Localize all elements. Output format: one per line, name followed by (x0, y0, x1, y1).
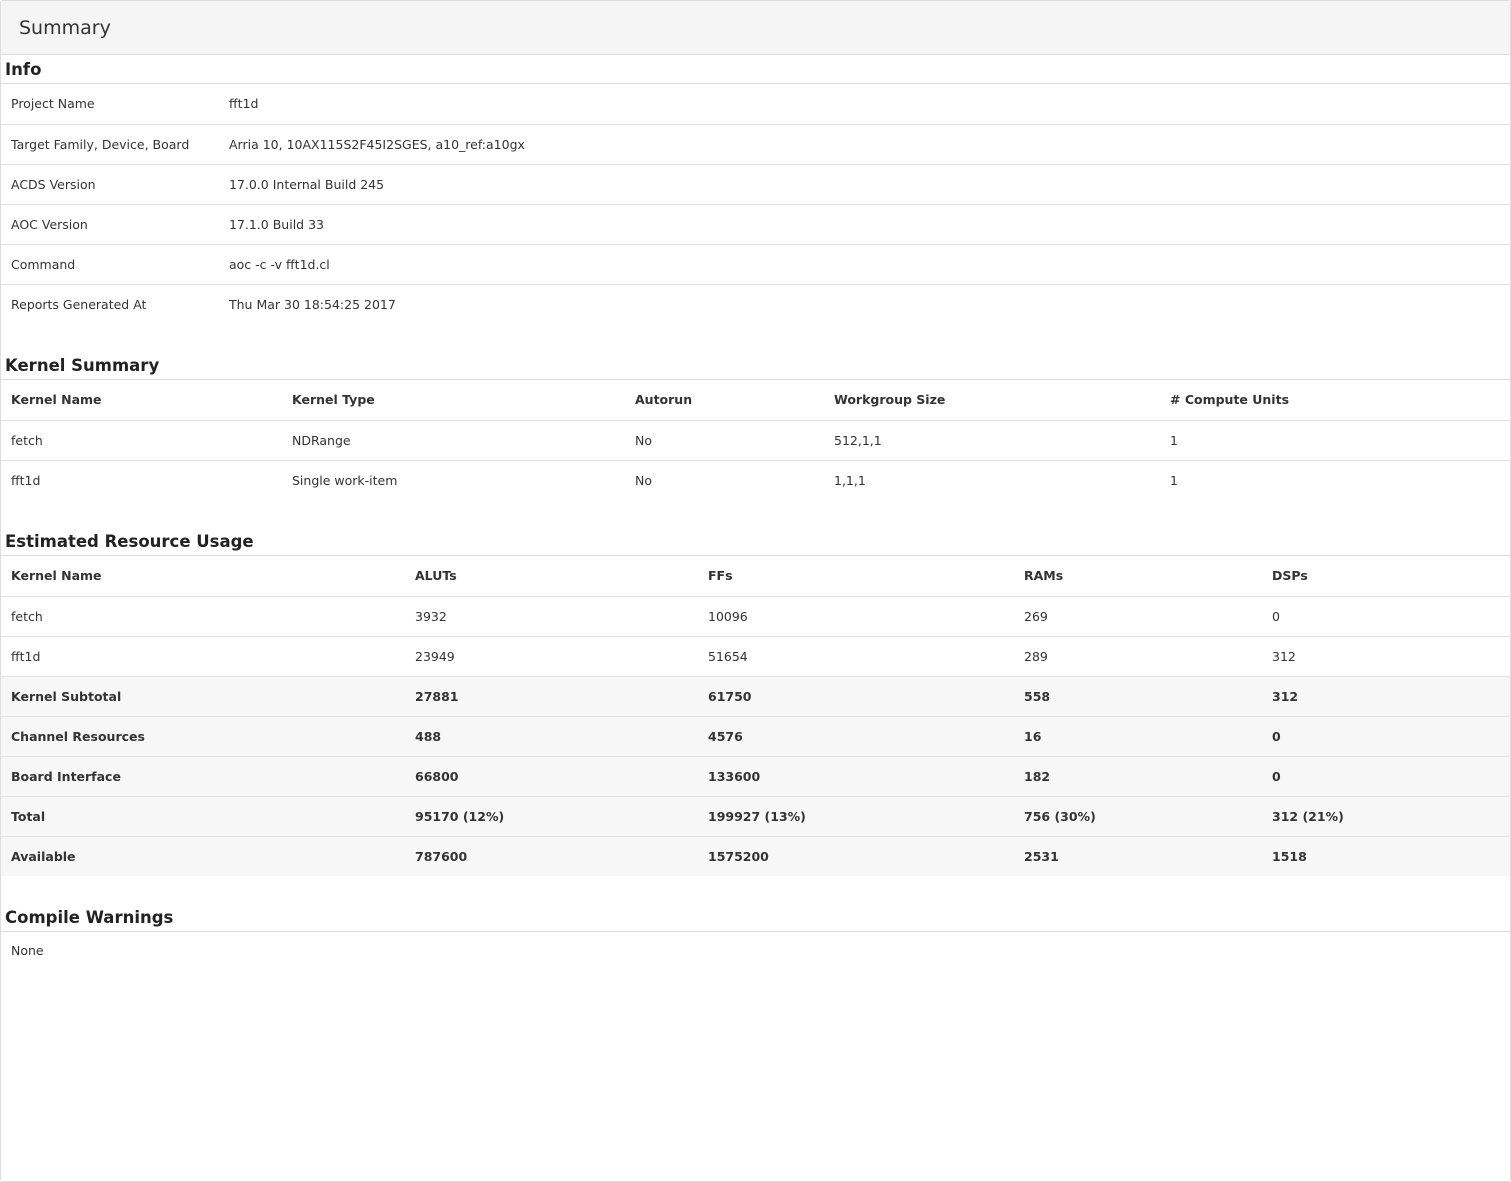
summary-row-cell: 27881 (405, 676, 698, 717)
column-header-cell: Kernel Name (1, 556, 405, 597)
summary-row-cell: 182 (1014, 756, 1262, 797)
info-heading: Info (1, 55, 1510, 84)
summary-row-cell: 787600 (405, 836, 698, 876)
info-row-cell: AOC Version (1, 204, 219, 245)
info-row-cell: ACDS Version (1, 164, 219, 205)
info-row-cell: 17.1.0 Build 33 (219, 204, 1510, 245)
table-row-cell: No (635, 472, 652, 488)
table-row-cell: 51654 (698, 636, 1014, 677)
summary-row-cell: 2531 (1014, 836, 1262, 876)
info-row: Project Name fft1d (1, 84, 1510, 125)
kernel-summary-table: Kernel Name Kernel Type Autorun Workgroup S… (1, 380, 1510, 500)
table-row-cell: 269 (1014, 596, 1262, 637)
info-table: Project Name fft1d Target Family, Device, … (1, 84, 1510, 324)
column-header-cell: # Compute Units (1160, 380, 1510, 421)
summary-row-cell: 199927 (13%) (698, 796, 1014, 837)
table-row-cell: NDRange (282, 420, 625, 461)
info-row-cell: Reports Generated At (11, 296, 147, 312)
summary-row-cell: Kernel Subtotal (1, 676, 405, 717)
summary-row-cell: 1518 (1262, 836, 1510, 876)
summary-row: Kernel Subtotal 27881 61750 558 312 (1, 676, 1510, 717)
resource-usage-table: Kernel Name ALUTs FFs RAMs DSPs fetch 3932 1009… (1, 556, 1510, 876)
info-row-cell: Arria 10, 10AX115S2F45I2SGES, a10_ref:a1… (219, 124, 1510, 165)
table-row-cell: 1 (1170, 472, 1178, 488)
table-row: fft1d Single work-item No 1,1,1 1 (1, 460, 1510, 500)
table-row-cell: fetch (1, 420, 282, 461)
summary-row-cell: Total (1, 796, 405, 837)
column-header-cell: Kernel Name (1, 380, 282, 421)
column-header-cell: Workgroup Size (824, 380, 1160, 421)
summary-row-cell: 488 (405, 716, 698, 757)
summary-row: Board Interface 66800 133600 182 0 (1, 756, 1510, 797)
column-header-cell: ALUTs (405, 556, 698, 597)
summary-row-cell: 0 (1262, 716, 1510, 757)
column-header-cell: Kernel Type (282, 380, 625, 421)
info-row-cell: aoc -c -v fft1d.cl (219, 244, 1510, 285)
summary-row-cell: 312 (1262, 676, 1510, 717)
table-row-cell: fft1d (11, 472, 41, 488)
info-row: AOC Version 17.1.0 Build 33 (1, 204, 1510, 245)
summary-row-cell: Board Interface (1, 756, 405, 797)
table-row: fetch NDRange No 512,1,1 1 (1, 420, 1510, 461)
info-row-cell: 17.0.0 Internal Build 245 (219, 164, 1510, 205)
table-row-cell: 3932 (405, 596, 698, 637)
table-row-cell: 512,1,1 (824, 420, 1160, 461)
info-row-cell: Target Family, Device, Board (1, 124, 219, 165)
summary-row: Total 95170 (12%) 199927 (13%) 756 (30%) 312… (1, 796, 1510, 837)
panel-title: Summary (1, 1, 1510, 55)
column-header-cell: DSPs (1262, 556, 1510, 597)
column-header: Kernel Name ALUTs FFs RAMs DSPs (1, 556, 1510, 597)
info-row-cell: Project Name (1, 84, 219, 125)
table-row-cell: 23949 (405, 636, 698, 677)
summary-row-cell: 312 (21%) (1262, 796, 1510, 837)
info-row: ACDS Version 17.0.0 Internal Build 245 (1, 164, 1510, 205)
info-row: Command aoc -c -v fft1d.cl (1, 244, 1510, 285)
summary-row-cell: 16 (1014, 716, 1262, 757)
summary-row-cell: 95170 (12%) (405, 796, 698, 837)
info-row: Target Family, Device, Board Arria 10, 10… (1, 124, 1510, 165)
table-row-cell: Single work-item (292, 472, 398, 488)
summary-row-cell: 756 (30%) (1014, 796, 1262, 837)
column-header: Kernel Name Kernel Type Autorun Workgroup S… (1, 380, 1510, 421)
compile-warnings-text: None (11, 943, 44, 958)
summary-row-cell: 558 (1014, 676, 1262, 717)
info-row-cell: fft1d (219, 84, 1510, 125)
kernel-summary-heading: Kernel Summary (1, 351, 1510, 380)
compile-warnings-heading: Compile Warnings (1, 903, 1510, 932)
table-row: fft1d 23949 51654 289 312 (1, 636, 1510, 677)
summary-row-cell: 4576 (698, 716, 1014, 757)
summary-row: Channel Resources 488 4576 16 0 (1, 716, 1510, 757)
summary-row-cell: Available (1, 836, 405, 876)
column-header-cell: Autorun (625, 380, 824, 421)
summary-row-cell: 66800 (405, 756, 698, 797)
table-row-cell: 1 (1160, 420, 1510, 461)
summary-row-cell: 133600 (698, 756, 1014, 797)
summary-panel: Summary Info Project Name fft1d Target Fam… (0, 0, 1511, 1182)
summary-row: Available 787600 1575200 2531 1518 (1, 836, 1510, 876)
info-row: Reports Generated At Thu Mar 30 18:54:25 … (1, 284, 1510, 324)
table-row: fetch 3932 10096 269 0 (1, 596, 1510, 637)
table-row-cell: 1,1,1 (834, 472, 866, 488)
summary-row-cell: 1575200 (698, 836, 1014, 876)
table-row-cell: 312 (1262, 636, 1510, 677)
table-row-cell: fetch (1, 596, 405, 637)
column-header-cell: RAMs (1014, 556, 1262, 597)
column-header-cell: FFs (698, 556, 1014, 597)
table-row-cell: 289 (1014, 636, 1262, 677)
table-row-cell: 0 (1262, 596, 1510, 637)
info-row-cell: Thu Mar 30 18:54:25 2017 (229, 296, 396, 312)
info-row-cell: Command (1, 244, 219, 285)
table-row-cell: No (625, 420, 824, 461)
summary-row-cell: Channel Resources (1, 716, 405, 757)
summary-row-cell: 61750 (698, 676, 1014, 717)
table-row-cell: fft1d (1, 636, 405, 677)
table-row-cell: 10096 (698, 596, 1014, 637)
summary-row-cell: 0 (1262, 756, 1510, 797)
resource-usage-heading: Estimated Resource Usage (1, 527, 1510, 556)
